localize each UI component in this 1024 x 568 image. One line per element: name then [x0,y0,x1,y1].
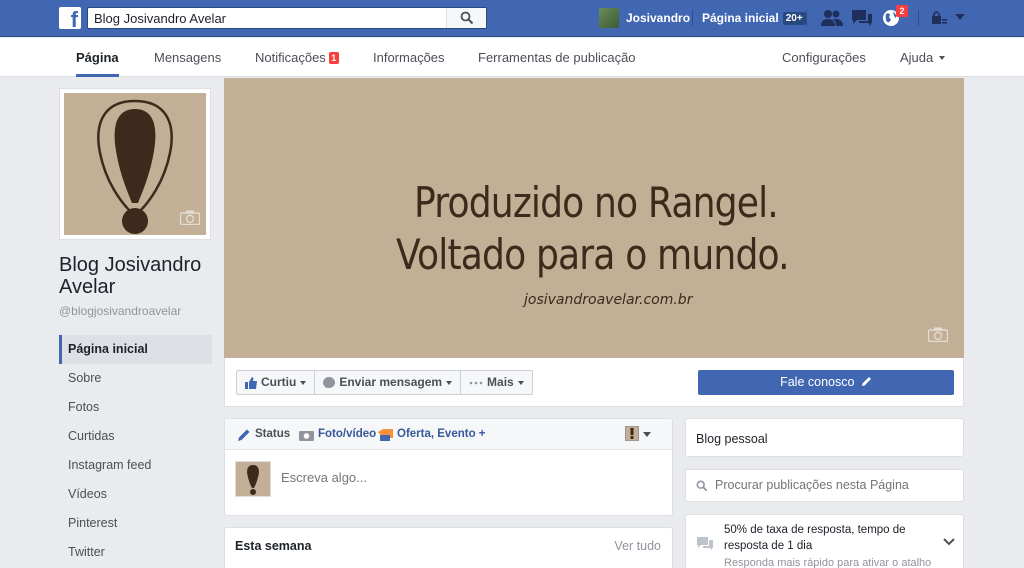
sidebar-item-likes[interactable]: Curtidas [59,422,212,451]
offer-tag-icon [378,428,393,441]
page-title: Blog Josivandro Avelar [59,254,202,298]
response-rate-subtext: Responda mais rápido para ativar o atalh… [724,557,932,568]
camera-icon[interactable] [180,210,200,225]
response-rate-text: 50% de taxa de resposta, tempo de respos… [724,524,906,552]
home-link[interactable]: Página inicial 20+ [702,11,806,25]
messages-icon[interactable] [851,9,873,27]
privacy-shortcuts-icon[interactable] [930,9,948,27]
chat-bubble-icon [697,537,713,550]
messenger-icon [323,376,336,388]
left-nav: Página inicial Sobre Fotos Curtidas Inst… [59,335,212,567]
search-icon [460,11,474,25]
pencil-icon [861,377,871,386]
tab-page[interactable]: Página [76,38,119,77]
sidebar-item-videos[interactable]: Vídeos [59,480,212,509]
home-label: Página inicial [702,11,779,25]
facebook-logo-icon[interactable]: f [59,7,81,31]
page-category[interactable]: Blog pessoal [696,432,768,446]
thumbs-up-icon [245,376,257,389]
like-button[interactable]: Curtiu [237,371,316,394]
page-action-bar: Curtiu Enviar mensagem Mais Fale conosco [224,358,964,407]
search-posts-box [685,469,964,502]
more-button[interactable]: Mais [461,371,532,394]
sidebar-item-home[interactable]: Página inicial [59,335,212,364]
search-button[interactable] [446,8,486,28]
camera-icon[interactable] [928,327,948,342]
account-menu-chevron-down-icon[interactable] [955,14,965,21]
sidebar-item-about[interactable]: Sobre [59,364,212,393]
sidebar-item-twitter[interactable]: Twitter [59,538,212,567]
chevron-down-icon [939,56,946,60]
page-avatar-selector[interactable] [625,426,639,441]
composer-input[interactable] [281,470,651,485]
home-count-badge: 20+ [782,11,806,25]
tab-notifications[interactable]: Notificações 1 [255,38,339,77]
sidebar-item-pinterest[interactable]: Pinterest [59,509,212,538]
contact-us-button[interactable]: Fale conosco [698,370,954,395]
chevron-down-icon [300,380,307,385]
tab-help[interactable]: Ajuda [900,38,946,77]
profile-image [64,93,206,235]
user-profile-link[interactable]: Josivandro [599,7,690,29]
friend-requests-icon[interactable] [821,9,843,27]
cover-url: josivandroavelar.com.br [524,292,693,308]
camera-icon [299,430,314,441]
composer-tabs: Status Foto/vídeo Oferta, Evento + [225,419,672,450]
chevron-down-icon [517,380,524,385]
tab-information[interactable]: Informações [373,38,445,77]
cover-photo[interactable]: Produzido no Rangel. Voltado para o mund… [224,78,964,358]
cover-text-line1: Produzido no Rangel. [414,178,779,227]
chevron-down-icon [446,380,453,385]
this-week-title: Esta semana [235,539,312,553]
avatar [599,8,619,28]
search-icon [696,480,708,492]
page-category-card: Blog pessoal [685,418,964,457]
composer-tab-offer-event[interactable]: Oferta, Evento + [378,419,486,450]
tab-publishing-tools[interactable]: Ferramentas de publicação [478,38,636,77]
this-week-card: Esta semana Ver tudo [224,527,673,568]
profile-picture[interactable] [59,88,211,240]
top-bar: f Josivandro Página inicial 20+ 2 [0,0,1024,37]
send-message-button[interactable]: Enviar mensagem [315,371,462,394]
see-all-link[interactable]: Ver tudo [614,539,661,553]
composer-tab-status[interactable]: Status [237,419,290,450]
composer-tab-photo-video[interactable]: Foto/vídeo [299,419,376,450]
notifications-tab-badge: 1 [328,52,339,64]
exclamation-logo-icon [247,465,259,495]
response-rate-card[interactable]: 50% de taxa de resposta, tempo de respos… [685,514,964,568]
page-nav: Página Mensagens Notificações 1 Informaçõ… [0,38,1024,77]
post-composer: Status Foto/vídeo Oferta, Evento + [224,418,673,516]
avatar [235,461,271,497]
tab-messages[interactable]: Mensagens [154,38,221,77]
user-name: Josivandro [626,11,691,25]
chevron-down-icon[interactable] [943,538,955,546]
exclamation-logo-icon [630,428,634,440]
pencil-icon [238,429,250,441]
action-button-group: Curtiu Enviar mensagem Mais [236,370,533,395]
notifications-badge: 2 [896,5,908,17]
search-input[interactable] [88,8,438,28]
composer-body [225,450,672,516]
page-handle[interactable]: @blogjosivandroavelar [59,304,181,318]
sidebar-item-photos[interactable]: Fotos [59,393,212,422]
search-posts-input[interactable] [715,478,955,492]
more-dots-icon [469,381,483,384]
divider [918,10,919,26]
divider [692,10,693,26]
chevron-down-icon[interactable] [643,432,651,437]
cover-text-line2: Voltado para o mundo. [396,230,790,279]
sidebar-item-instagram[interactable]: Instagram feed [59,451,212,480]
tab-settings[interactable]: Configurações [782,38,866,77]
divider [806,10,807,26]
search-box [87,7,487,29]
